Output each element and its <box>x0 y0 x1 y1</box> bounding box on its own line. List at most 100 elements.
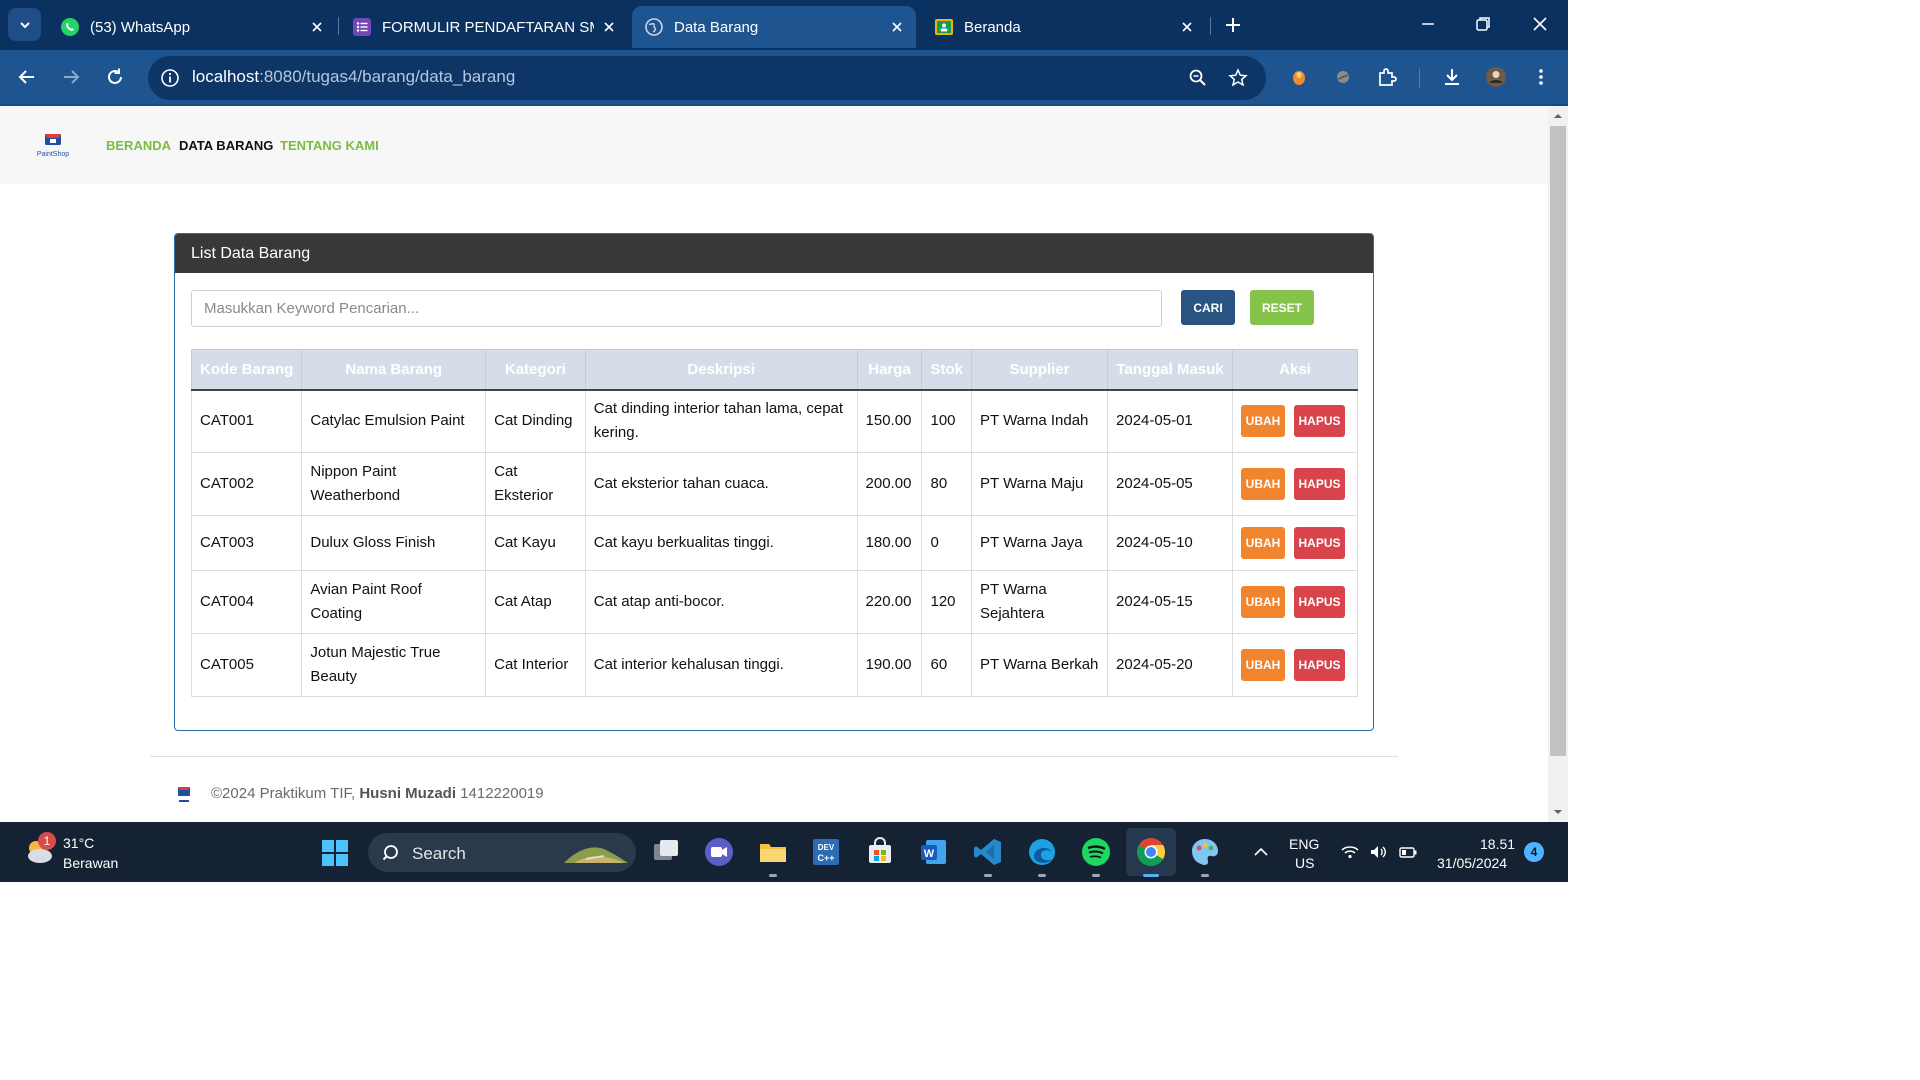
word-icon[interactable]: W <box>918 836 950 868</box>
close-window-icon[interactable] <box>1530 14 1550 34</box>
forward-icon[interactable] <box>60 66 82 88</box>
file-explorer-icon[interactable] <box>757 836 789 868</box>
search-input[interactable] <box>191 290 1162 327</box>
ubah-button[interactable]: UBAH <box>1241 468 1286 500</box>
nav-link-data-barang[interactable]: DATA BARANG <box>179 138 273 153</box>
cell-kode: CAT002 <box>190 452 303 516</box>
hapus-button[interactable]: HAPUS <box>1294 527 1346 559</box>
meet-video-icon[interactable] <box>703 836 735 868</box>
ubah-button[interactable]: UBAH <box>1241 527 1286 559</box>
address-bar[interactable]: localhost:8080/tugas4/barang/data_barang <box>148 56 1266 100</box>
volume-icon[interactable] <box>1368 842 1388 862</box>
devcpp-icon[interactable]: DEVC++ <box>810 836 842 868</box>
cell-tanggal: 2024-05-01 <box>1107 389 1234 453</box>
system-date[interactable]: 31/05/2024 <box>1437 855 1507 871</box>
hapus-button[interactable]: HAPUS <box>1294 649 1346 681</box>
chevron-up-icon[interactable] <box>1251 842 1271 862</box>
tab-beranda[interactable]: Beranda <box>928 6 1200 48</box>
edge-icon[interactable] <box>1026 836 1058 868</box>
extensions-puzzle-icon[interactable] <box>1376 66 1398 88</box>
bookmark-star-icon[interactable] <box>1228 68 1248 88</box>
column-header: Stok <box>921 349 972 391</box>
cell-supplier: PT Warna Sejahtera <box>970 570 1109 634</box>
scrollbar-thumb[interactable] <box>1550 126 1566 756</box>
nav-link-beranda[interactable]: BERANDA <box>106 138 171 153</box>
site-info-icon[interactable] <box>160 68 180 88</box>
column-header: Harga <box>856 349 923 391</box>
hapus-button[interactable]: HAPUS <box>1294 405 1346 438</box>
close-icon[interactable] <box>602 20 616 34</box>
footer-prefix: ©2024 Praktikum TIF, <box>211 785 360 802</box>
zoom-icon[interactable] <box>1188 68 1208 88</box>
weather-description[interactable]: Berawan <box>63 855 118 871</box>
url-text[interactable]: localhost:8080/tugas4/barang/data_barang <box>192 67 515 87</box>
new-tab-icon[interactable] <box>1222 14 1244 36</box>
svg-text:DEV: DEV <box>818 843 835 852</box>
cell-aksi: UBAH HAPUS <box>1232 570 1358 634</box>
tab-separator <box>338 17 339 35</box>
column-header: Kategori <box>485 349 586 391</box>
more-menu-icon[interactable] <box>1530 66 1552 88</box>
cell-nama: Dulux Gloss Finish <box>301 515 487 571</box>
paintshop-logo[interactable]: PaintShop <box>34 132 72 160</box>
forms-icon <box>353 18 371 36</box>
tab-data-barang[interactable]: Data Barang <box>632 6 916 48</box>
wifi-icon[interactable] <box>1340 842 1360 862</box>
reset-button[interactable]: RESET <box>1250 290 1314 325</box>
taskbar-search-box[interactable]: Search <box>368 833 636 872</box>
cell-supplier: PT Warna Berkah <box>970 633 1109 697</box>
ubah-button[interactable]: UBAH <box>1241 649 1286 681</box>
cell-supplier: PT Warna Maju <box>970 452 1109 516</box>
cari-button[interactable]: CARI <box>1181 290 1235 325</box>
scroll-down-icon[interactable] <box>1554 808 1562 816</box>
hapus-button[interactable]: HAPUS <box>1294 468 1346 500</box>
weather-temperature[interactable]: 31°C <box>63 835 94 851</box>
input-region[interactable]: US <box>1295 855 1314 871</box>
reload-icon[interactable] <box>104 66 126 88</box>
cell-deskripsi: Cat interior kehalusan tinggi. <box>584 633 858 697</box>
tab-title: (53) WhatsApp <box>90 18 191 36</box>
chrome-icon[interactable] <box>1135 836 1167 868</box>
back-icon[interactable] <box>16 66 38 88</box>
extension-orange-icon[interactable] <box>1288 66 1310 88</box>
store-icon[interactable] <box>864 836 896 868</box>
task-view-icon[interactable] <box>650 836 682 868</box>
site-navbar: PaintShop BERANDA DATA BARANG TENTANG KA… <box>0 106 1548 184</box>
cell-deskripsi: Cat eksterior tahan cuaca. <box>584 452 858 516</box>
taskbar-search-label: Search <box>412 844 466 863</box>
vscode-icon[interactable] <box>972 836 1004 868</box>
tab-search-dropdown[interactable] <box>8 8 41 41</box>
windows-start-icon[interactable] <box>321 839 349 867</box>
cell-aksi: UBAH HAPUS <box>1232 515 1358 571</box>
ubah-button[interactable]: UBAH <box>1241 586 1286 618</box>
close-icon[interactable] <box>1180 20 1194 34</box>
restore-icon[interactable] <box>1473 14 1493 34</box>
scroll-up-icon[interactable] <box>1554 112 1562 120</box>
battery-icon[interactable] <box>1398 842 1418 862</box>
column-header: Deskripsi <box>584 349 858 391</box>
profile-avatar-icon[interactable] <box>1485 66 1507 88</box>
app-active-indicator <box>1143 874 1159 877</box>
system-time[interactable]: 18.51 <box>1480 836 1515 852</box>
close-icon[interactable] <box>890 20 904 34</box>
nav-link-tentang-kami[interactable]: TENTANG KAMI <box>280 138 379 153</box>
column-header: Supplier <box>970 349 1109 391</box>
cell-tanggal: 2024-05-20 <box>1107 633 1234 697</box>
tab-formulir[interactable]: FORMULIR PENDAFTARAN SMP <box>346 6 622 48</box>
hapus-button[interactable]: HAPUS <box>1294 586 1346 618</box>
input-language[interactable]: ENG <box>1289 836 1319 852</box>
table-row: CAT003 Dulux Gloss Finish Cat Kayu Cat k… <box>190 515 1358 571</box>
notification-badge[interactable]: 4 <box>1524 842 1544 862</box>
minimize-icon[interactable] <box>1418 14 1438 34</box>
close-icon[interactable] <box>310 20 324 34</box>
spotify-icon[interactable] <box>1080 836 1112 868</box>
paint-icon[interactable] <box>1189 836 1221 868</box>
extension-gray-icon[interactable] <box>1332 66 1354 88</box>
page-scrollbar[interactable] <box>1548 106 1568 822</box>
data-barang-table: Kode Barang Nama Barang Kategori Deskrip… <box>190 349 1358 697</box>
cell-kategori: Cat Kayu <box>485 515 586 571</box>
ubah-button[interactable]: UBAH <box>1241 405 1286 438</box>
cell-kategori: Cat Atap <box>485 570 586 634</box>
download-icon[interactable] <box>1441 66 1463 88</box>
tab-whatsapp[interactable]: (53) WhatsApp <box>54 6 330 48</box>
